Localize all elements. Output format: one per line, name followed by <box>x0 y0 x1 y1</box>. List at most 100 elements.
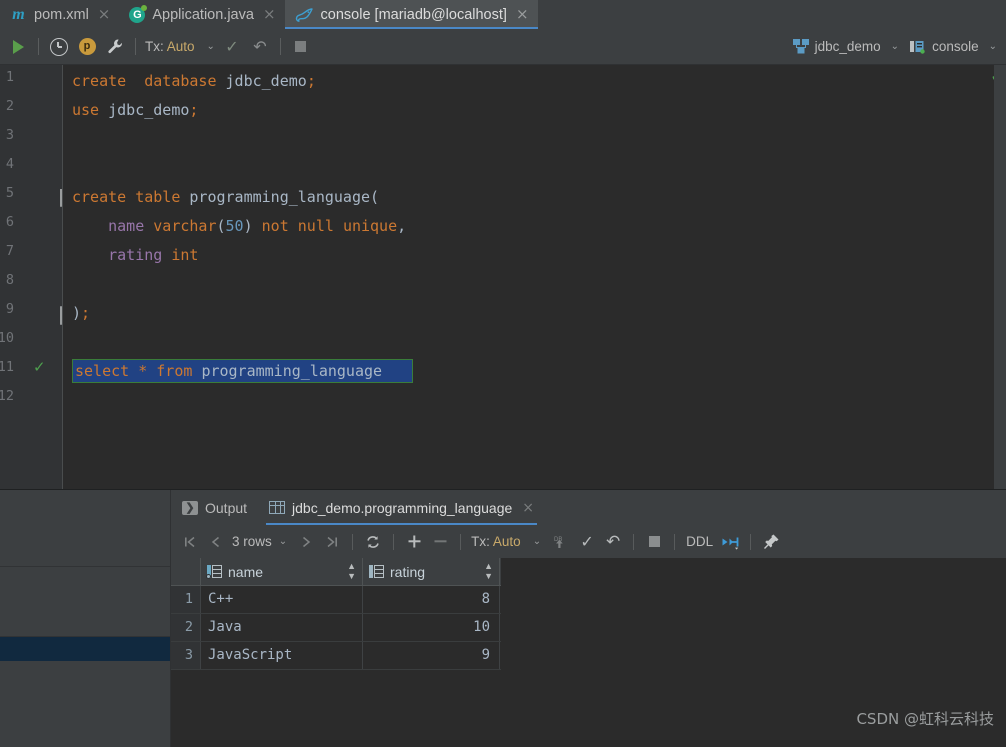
sort-toggle-icon[interactable]: ▲ ▼ <box>484 561 493 581</box>
pin-tab-icon <box>763 534 779 549</box>
add-row-icon <box>408 535 421 548</box>
settings-button[interactable] <box>101 33 129 61</box>
fold-marker-open[interactable] <box>60 189 62 208</box>
prev-page-icon <box>211 536 219 547</box>
delete-row-icon <box>434 540 447 543</box>
output-console-icon: ❯ <box>182 500 198 515</box>
results-tab-output[interactable]: ❯ Output <box>171 490 258 525</box>
close-icon[interactable]: × <box>522 500 534 516</box>
first-page-button[interactable] <box>177 529 203 555</box>
line-number: 9 <box>5 301 14 317</box>
spring-boot-icon: G <box>129 4 148 23</box>
export-data-button[interactable] <box>717 529 743 555</box>
toolbar-divider <box>460 533 462 550</box>
rows-count-label[interactable]: 3 rows <box>229 534 275 549</box>
chevron-down-icon: ⌄ <box>890 41 900 52</box>
toolbar-divider <box>750 533 752 550</box>
table-row[interactable]: 2 Java 10 <box>171 614 501 642</box>
toolbar-divider <box>393 533 395 550</box>
editor-code-area[interactable]: create database jdbc_demo; use jdbc_demo… <box>63 65 1006 489</box>
stop-square-icon <box>295 41 307 52</box>
commit-check-icon: ✓ <box>225 36 239 56</box>
next-page-button[interactable] <box>293 529 319 555</box>
cell-name[interactable]: C++ <box>201 586 363 613</box>
cell-name[interactable]: Java <box>201 614 363 641</box>
last-page-button[interactable] <box>319 529 345 555</box>
fold-marker-close[interactable] <box>60 306 62 325</box>
database-schema-icon <box>792 39 809 54</box>
results-commit-button[interactable]: ✓ <box>574 529 600 555</box>
column-key-icon <box>206 565 222 579</box>
results-tab-label: jdbc_demo.programming_language <box>292 499 513 516</box>
table-row[interactable]: 1 C++ 8 <box>171 586 501 614</box>
last-page-icon <box>327 536 338 547</box>
submit-to-db-button[interactable]: DB <box>548 529 574 555</box>
commit-check-icon: ✓ <box>580 532 594 551</box>
cell-rating[interactable]: 8 <box>363 586 500 613</box>
row-number: 2 <box>171 614 201 641</box>
parameters-button[interactable]: p <box>73 33 101 61</box>
grid-column-header-name[interactable]: name ▲ ▼ <box>201 558 363 585</box>
tx-mode-selector[interactable]: Tx: Auto ⌄ <box>142 39 218 54</box>
editor-tab-label: console [mariadb@localhost] <box>320 6 507 23</box>
mariadb-dolphin-icon <box>295 7 314 23</box>
close-icon[interactable]: × <box>516 7 529 22</box>
sql-editor[interactable]: 1 2 3 4 5 6 7 8 9 10 11 12 ✓ create data… <box>0 65 1006 489</box>
editor-tab-console-mariadb[interactable]: console [mariadb@localhost] × <box>284 0 538 29</box>
chevron-down-icon[interactable]: ⌄ <box>279 536 287 547</box>
cell-rating[interactable]: 9 <box>363 642 500 669</box>
lower-divider <box>0 566 170 567</box>
editor-scrollbar[interactable] <box>994 65 1006 489</box>
line-number: 12 <box>0 388 14 404</box>
session-selector[interactable]: console ⌄ <box>906 39 1000 54</box>
line-number: 6 <box>5 214 14 230</box>
selected-sidebar-row[interactable] <box>0 637 170 661</box>
results-toolbar: 3 rows ⌄ Tx: Auto ⌄ DB ✓ ↶ DDL <box>171 525 1006 558</box>
cell-name[interactable]: JavaScript <box>201 642 363 669</box>
console-session-icon <box>910 41 925 54</box>
close-icon[interactable]: × <box>98 7 111 22</box>
delete-row-button[interactable] <box>427 529 453 555</box>
prev-page-button[interactable] <box>203 529 229 555</box>
toolbar-left-group: p Tx: Auto ⌄ ✓ ↶ <box>0 33 315 61</box>
results-tx-mode-selector[interactable]: Tx: Auto ⌄ <box>468 534 544 549</box>
editor-gutter[interactable]: 1 2 3 4 5 6 7 8 9 10 11 12 ✓ <box>0 65 63 489</box>
code-line-6: name varchar(50) not null unique, <box>108 217 407 235</box>
selected-statement-highlight[interactable]: select * from programming_language <box>72 359 413 383</box>
cell-rating[interactable]: 10 <box>363 614 500 641</box>
toolbar-right-group: jdbc_demo ⌄ console ⌄ <box>790 39 1006 54</box>
results-tab-programming-language[interactable]: jdbc_demo.programming_language × <box>258 490 545 525</box>
toolbar-divider <box>135 38 136 55</box>
rollback-button[interactable]: ↶ <box>246 33 274 61</box>
editor-tab-pom-xml[interactable]: m pom.xml × <box>0 0 119 29</box>
commit-button[interactable]: ✓ <box>218 33 246 61</box>
pin-tab-button[interactable] <box>758 529 784 555</box>
code-line-1: create database jdbc_demo; <box>72 72 316 90</box>
sort-toggle-icon[interactable]: ▲ ▼ <box>347 561 356 581</box>
line-number: 4 <box>5 156 14 172</box>
results-tab-label: Output <box>205 499 248 516</box>
datasource-selector[interactable]: jdbc_demo ⌄ <box>790 39 902 54</box>
close-icon[interactable]: × <box>263 7 276 22</box>
grid-column-header-rating[interactable]: rating ▲ ▼ <box>363 558 500 585</box>
query-history-button[interactable] <box>45 33 73 61</box>
editor-tab-application-java[interactable]: G Application.java × <box>119 0 284 29</box>
results-rollback-button[interactable]: ↶ <box>600 529 626 555</box>
chevron-down-icon: ⌄ <box>206 41 215 52</box>
results-stop-button[interactable] <box>641 529 667 555</box>
code-line-2: use jdbc_demo; <box>72 101 199 119</box>
stop-button[interactable] <box>287 33 315 61</box>
result-grid-icon <box>269 501 286 514</box>
grid-column-label: name <box>228 563 264 580</box>
statement-status-marker[interactable]: ✓ <box>33 359 46 377</box>
tx-prefix-label: Tx: <box>471 534 490 549</box>
add-row-button[interactable] <box>401 529 427 555</box>
line-number: 5 <box>5 185 14 201</box>
ddl-button[interactable]: DDL <box>682 534 717 549</box>
editor-tab-label: Application.java <box>152 6 254 23</box>
table-row[interactable]: 3 JavaScript 9 <box>171 642 501 670</box>
execute-button[interactable] <box>4 33 32 61</box>
toolbar-divider <box>352 533 354 550</box>
reload-page-button[interactable] <box>360 529 386 555</box>
